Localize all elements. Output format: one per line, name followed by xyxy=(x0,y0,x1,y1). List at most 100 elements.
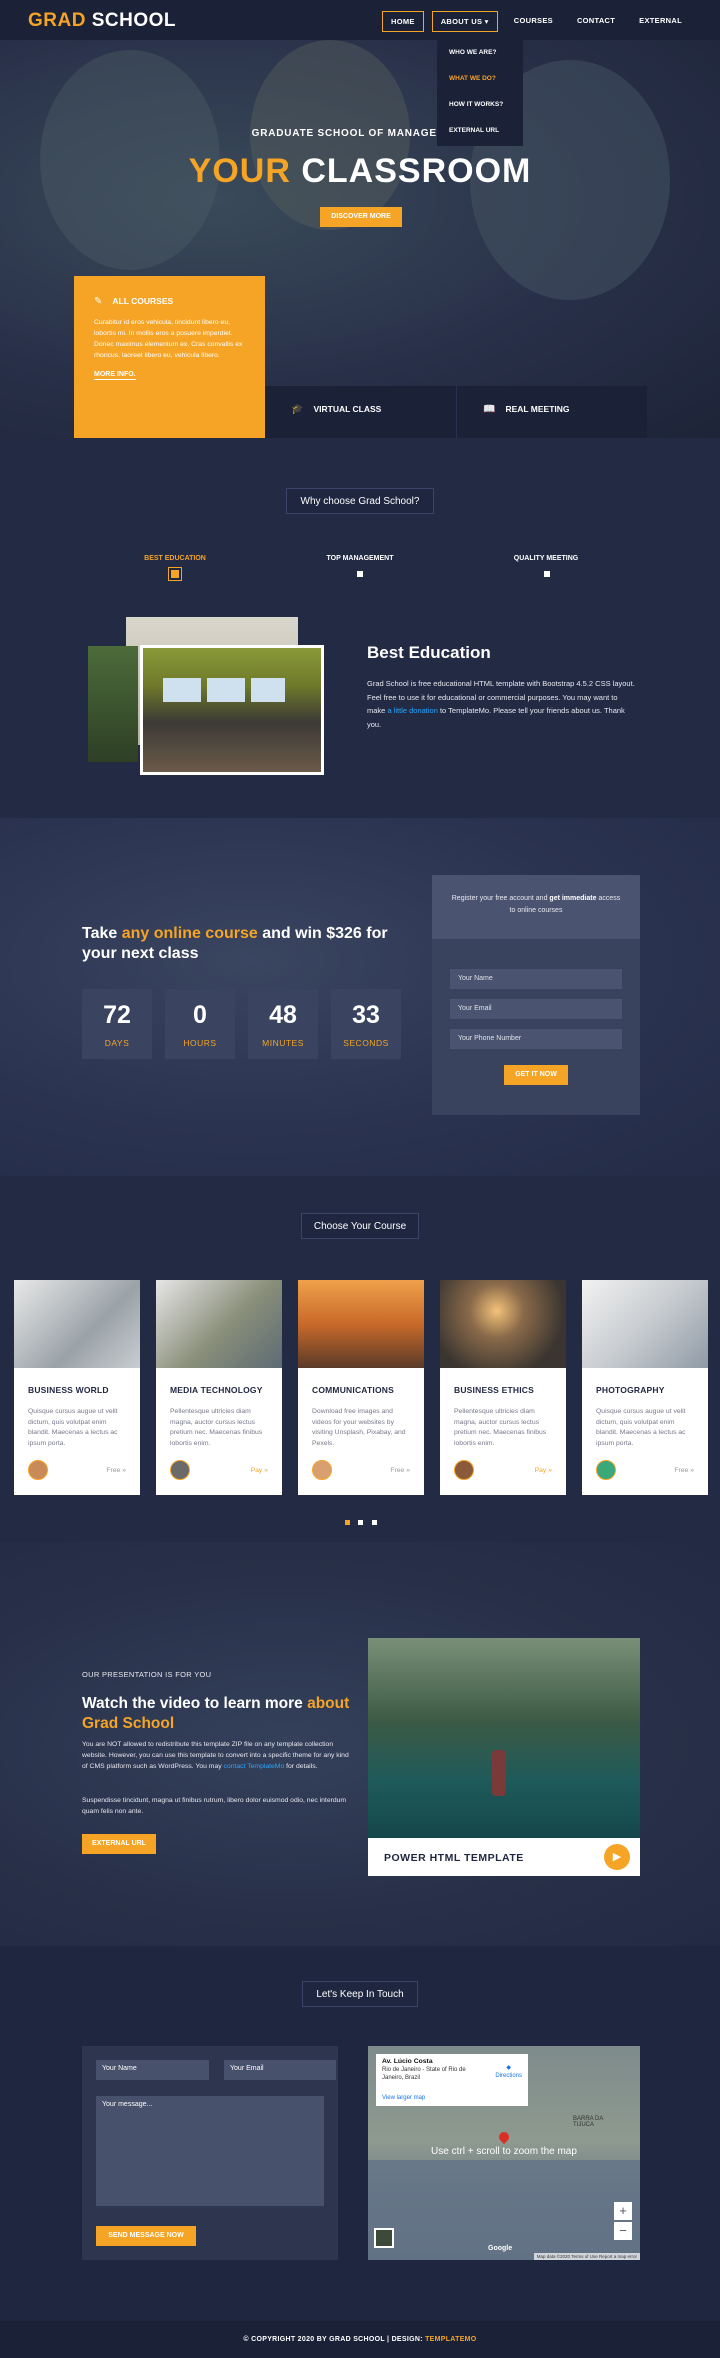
countdown-title: Take any online course and win $326 for … xyxy=(82,924,412,964)
feature-courses-label: ALL COURSES xyxy=(112,296,174,306)
screen-shape xyxy=(163,678,201,702)
more-info-link[interactable]: MORE INFO. xyxy=(94,371,136,380)
tab-indicator[interactable] xyxy=(357,571,363,577)
video-title: Watch the video to learn more about Grad… xyxy=(82,1694,362,1734)
tab-indicator-active[interactable] xyxy=(169,568,181,580)
contact-name-field[interactable]: Your Name xyxy=(96,2060,209,2080)
satellite-toggle[interactable] xyxy=(374,2228,394,2248)
course-price-link[interactable]: Pay » xyxy=(251,1467,268,1474)
count-title-accent: any online course xyxy=(121,925,258,942)
menu-item-who-we-are[interactable]: WHO WE ARE? xyxy=(437,40,523,66)
contact-message-field[interactable]: Your message... xyxy=(96,2096,324,2206)
course-card[interactable]: MEDIA TECHNOLOGY Pellentesque ultricies … xyxy=(156,1280,282,1495)
map-info-card: Av. Lúcio Costa Rio de Janeiro - State o… xyxy=(376,2054,528,2106)
register-name-field[interactable]: Your Name xyxy=(450,969,622,989)
countdown-days-value: 72 xyxy=(103,1001,131,1029)
course-title: BUSINESS WORLD xyxy=(28,1385,109,1395)
send-message-button[interactable]: SEND MESSAGE NOW xyxy=(96,2226,196,2246)
page: GRAD SCHOOL HOME ABOUT US ▾ COURSES CONT… xyxy=(0,0,720,2358)
contact-email-field[interactable]: Your Email xyxy=(224,2060,336,2080)
course-title: PHOTOGRAPHY xyxy=(596,1385,665,1395)
video-caption: POWER HTML TEMPLATE xyxy=(384,1852,524,1864)
course-card[interactable]: BUSINESS WORLD Quisque cursus augue ut v… xyxy=(14,1280,140,1495)
video-caption-bar: POWER HTML TEMPLATE ▶ xyxy=(368,1838,640,1876)
feature-courses-title: ✎ ALL COURSES xyxy=(94,296,245,307)
contact-heading: Let's Keep In Touch xyxy=(302,1981,418,2007)
course-price-link[interactable]: Free » xyxy=(390,1467,410,1474)
get-it-now-button[interactable]: GET IT NOW xyxy=(504,1065,568,1085)
course-price-link[interactable]: Free » xyxy=(674,1467,694,1474)
donation-link[interactable]: a little donation xyxy=(387,706,437,715)
course-desc: Download free images and videos for your… xyxy=(312,1408,406,1447)
tab-best-education[interactable]: BEST EDUCATION xyxy=(115,555,235,562)
templatemo-link[interactable]: TEMPLATEMO xyxy=(425,2336,476,2343)
video-title-1: Watch the video to learn more xyxy=(82,1695,308,1712)
course-title: COMMUNICATIONS xyxy=(312,1385,394,1395)
avatar xyxy=(312,1460,332,1480)
course-image-media xyxy=(156,1280,282,1368)
feature-all-courses[interactable]: ✎ ALL COURSES Curabitur id eros vehicula,… xyxy=(74,276,265,438)
view-larger-map-link[interactable]: View larger map xyxy=(382,2094,425,2102)
feature-courses-text: Curabitur id eros vehicula, tincidunt li… xyxy=(94,319,243,359)
countdown-hours-value: 0 xyxy=(193,1001,207,1029)
copyright-text: © COPYRIGHT 2020 BY GRAD SCHOOL | DESIGN… xyxy=(243,2336,426,2343)
register-form: Register your free account and get immed… xyxy=(432,875,640,1115)
register-email-field[interactable]: Your Email xyxy=(450,999,622,1019)
main-nav: HOME ABOUT US ▾ COURSES CONTACT EXTERNAL xyxy=(382,11,690,32)
contact-templatemo-link[interactable]: contact TemplateMo xyxy=(224,1763,285,1770)
map-footer: Map data ©2020 Terms of Use Report a map… xyxy=(533,2253,640,2260)
feature-real-meeting[interactable]: 📖 REAL MEETING xyxy=(456,386,647,438)
course-price-link[interactable]: Pay » xyxy=(535,1467,552,1474)
map-pin-icon[interactable] xyxy=(496,2129,512,2145)
menu-item-external-url[interactable]: EXTERNAL URL xyxy=(437,118,523,144)
carousel-dot[interactable] xyxy=(358,1520,363,1525)
course-price-link[interactable]: Free » xyxy=(106,1467,126,1474)
nav-courses[interactable]: COURSES xyxy=(506,11,561,32)
course-card[interactable]: BUSINESS ETHICS Pellentesque ultricies d… xyxy=(440,1280,566,1495)
logo-grad: GRAD xyxy=(28,10,86,31)
zoom-in-button[interactable]: + xyxy=(614,2202,632,2220)
course-desc: Pellentesque ultricies diam magna, aucto… xyxy=(170,1408,263,1447)
nav-home[interactable]: HOME xyxy=(382,11,424,32)
zoom-out-button[interactable]: − xyxy=(614,2222,632,2240)
menu-item-what-we-do[interactable]: WHAT WE DO? xyxy=(437,66,523,92)
register-heading: Register your free account and get immed… xyxy=(432,875,640,939)
countdown-minutes-value: 48 xyxy=(269,1001,297,1029)
map-address: Rio de Janeiro - State of Rio de Janeiro… xyxy=(382,2067,466,2081)
course-card[interactable]: PHOTOGRAPHY Quisque cursus augue ut veli… xyxy=(582,1280,708,1495)
nav-about-us[interactable]: ABOUT US ▾ xyxy=(431,11,498,32)
carousel-dot-active[interactable] xyxy=(345,1520,350,1525)
location-map[interactable]: Av. Lúcio Costa Rio de Janeiro - State o… xyxy=(368,2046,640,2260)
nav-contact[interactable]: CONTACT xyxy=(569,11,623,32)
course-card[interactable]: COMMUNICATIONS Download free images and … xyxy=(298,1280,424,1495)
feature-meeting-label: REAL MEETING xyxy=(505,404,570,414)
best-education-title: Best Education xyxy=(367,643,491,662)
graduation-cap-icon: 🎓 xyxy=(291,404,304,415)
directions-icon: ◆ xyxy=(506,2065,511,2071)
course-image-communications xyxy=(298,1280,424,1368)
tab-quality-meeting[interactable]: QUALITY MEETING xyxy=(486,555,606,562)
hero-subtitle: GRADUATE SCHOOL OF MANAGEMENT xyxy=(251,128,469,139)
course-title: MEDIA TECHNOLOGY xyxy=(170,1385,263,1395)
nav-external[interactable]: EXTERNAL xyxy=(631,11,690,32)
feature-virtual-class[interactable]: 🎓 VIRTUAL CLASS xyxy=(265,386,456,438)
register-phone-field[interactable]: Your Phone Number xyxy=(450,1029,622,1049)
discover-more-button[interactable]: DISCOVER MORE xyxy=(320,207,402,227)
directions-label: Directions xyxy=(495,2073,522,2079)
logo[interactable]: GRAD SCHOOL xyxy=(28,10,176,32)
person-shape xyxy=(492,1750,506,1796)
tab-indicator[interactable] xyxy=(544,571,550,577)
play-icon[interactable]: ▶ xyxy=(604,1844,630,1870)
countdown-days-label: DAYS xyxy=(104,1038,130,1048)
avatar xyxy=(170,1460,190,1480)
menu-item-how-it-works[interactable]: HOW IT WORKS? xyxy=(437,92,523,118)
directions-link[interactable]: ◆ Directions xyxy=(495,2064,522,2080)
map-zoom-hint: Use ctrl + scroll to zoom the map xyxy=(431,2146,577,2157)
feature-virtual-label: VIRTUAL CLASS xyxy=(313,404,382,414)
external-url-button[interactable]: EXTERNAL URL xyxy=(82,1834,156,1854)
countdown-seconds-label: SECONDS xyxy=(343,1038,389,1048)
course-desc: Quisque cursus augue ut velit dictum, qu… xyxy=(28,1408,118,1447)
course-desc: Quisque cursus augue ut velit dictum, qu… xyxy=(596,1408,686,1447)
tab-top-management[interactable]: TOP MANAGEMENT xyxy=(300,555,420,562)
carousel-dot[interactable] xyxy=(372,1520,377,1525)
